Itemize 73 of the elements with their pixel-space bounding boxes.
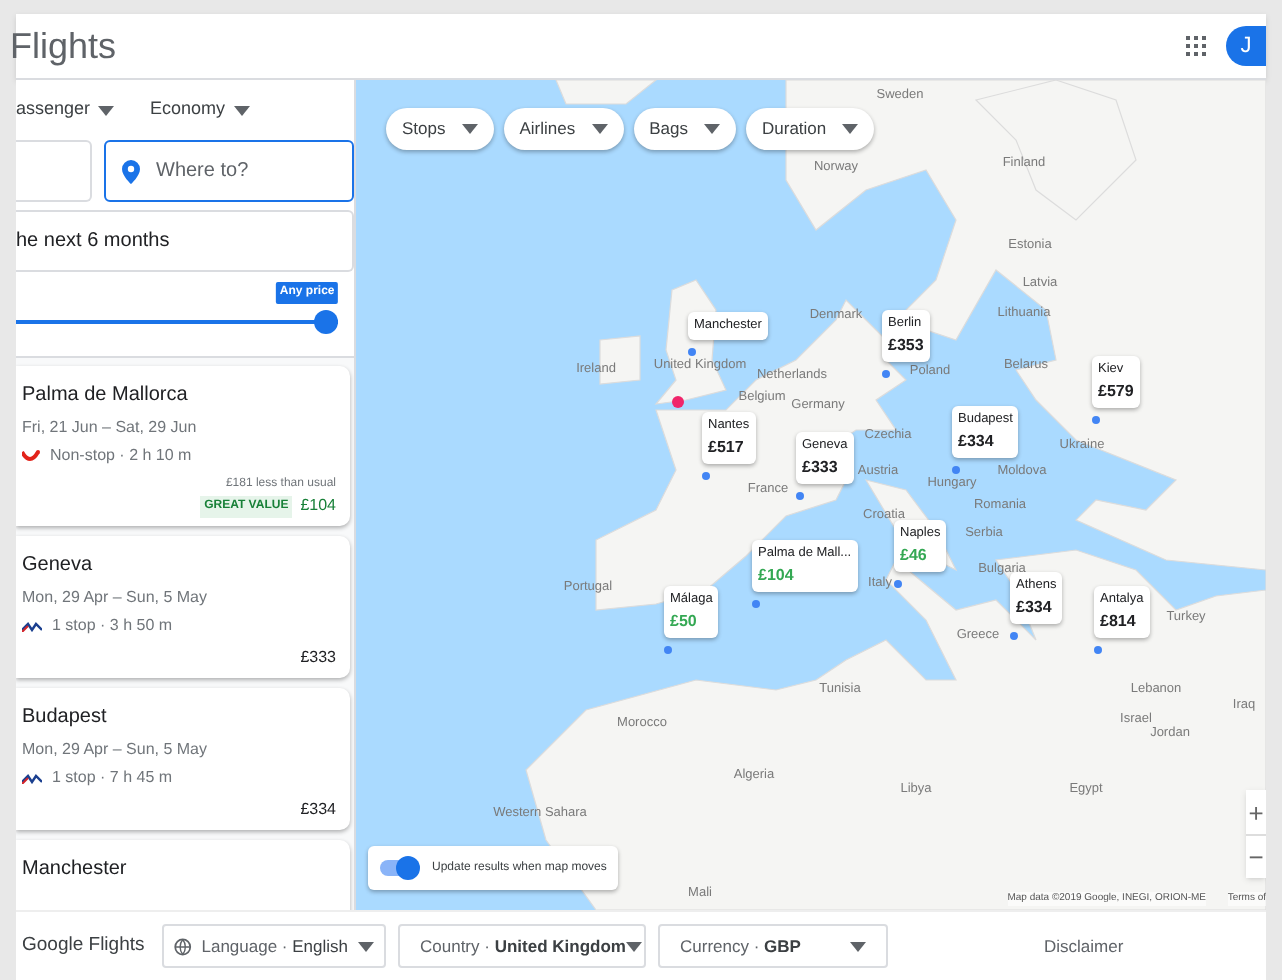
caret-icon [461, 124, 478, 134]
flight-stops: Non-stop · 2 h 10 m [50, 444, 192, 468]
apps-grid-icon[interactable] [1186, 36, 1206, 56]
caret-icon [842, 124, 859, 134]
pin-marker-icon [664, 645, 672, 654]
result-price: £334 [300, 798, 336, 822]
caret-icon [591, 124, 608, 134]
language-dropdown[interactable]: Language · English [162, 924, 386, 968]
caret-icon [233, 105, 250, 115]
pin-price: £50 [670, 609, 699, 634]
pin-price: £579 [1098, 379, 1134, 404]
filter-chip[interactable]: Stops [386, 108, 494, 150]
caret-icon [704, 124, 720, 134]
result-card[interactable]: Manchester [16, 840, 350, 910]
destination-field[interactable]: Where to? [104, 140, 354, 202]
pin-marker-icon [752, 599, 760, 608]
pin-price: £353 [888, 333, 924, 358]
flight-stops: 1 stop · 7 h 45 m [52, 766, 173, 790]
passenger-dropdown[interactable]: assenger [16, 96, 115, 124]
caret-icon [625, 941, 642, 951]
zoom-in-button[interactable]: + [1246, 790, 1266, 834]
pin-price: £333 [802, 455, 840, 480]
app-title: Flights [10, 23, 117, 70]
destination-name: Manchester [22, 856, 129, 884]
caret-icon [98, 105, 115, 115]
cabin-class-dropdown[interactable]: Economy [150, 96, 250, 124]
pin-marker-icon [882, 369, 890, 378]
result-card[interactable]: Geneva Mon, 29 Apr – Sun, 5 May 1 stop · 3 h 50 m £333 [16, 536, 350, 678]
pin-marker-icon [688, 347, 696, 356]
pin-price: £334 [958, 429, 996, 454]
pin-price: £46 [900, 543, 929, 568]
flight-stops: 1 stop · 3 h 50 m [52, 614, 173, 638]
destination-input[interactable]: Where to? [156, 156, 316, 186]
filter-chip[interactable]: Duration [746, 108, 875, 150]
update-toggle[interactable] [380, 860, 416, 876]
currency-dropdown[interactable]: Currency · GBP [658, 924, 888, 968]
country-dropdown[interactable]: Country · United Kingdom [398, 924, 646, 968]
caret-icon [850, 941, 866, 951]
pin-marker-icon [894, 579, 902, 588]
result-price: £333 [300, 646, 336, 670]
footer-brand: Google Flights [22, 931, 147, 960]
pin-price: £334 [1016, 595, 1054, 620]
user-avatar[interactable]: J [1226, 26, 1266, 66]
destination-name: Geneva [22, 552, 95, 580]
globe-icon [174, 937, 192, 955]
origin-field[interactable] [16, 140, 92, 202]
pin-price: £517 [708, 435, 746, 460]
pin-price: £104 [758, 563, 796, 588]
caret-icon [358, 941, 374, 951]
trip-dates: Fri, 21 Jun – Sat, 29 Jun [22, 416, 199, 440]
airline-logo-icon [22, 621, 42, 631]
destination-name: Palma de Mallorca [22, 382, 190, 410]
pin-marker-icon [702, 471, 710, 480]
pin-marker-icon [796, 491, 804, 500]
disclaimer-link[interactable]: Disclaimer [1044, 933, 1124, 959]
pin-marker-icon [1010, 631, 1018, 640]
trip-dates: Mon, 29 Apr – Sun, 5 May [22, 738, 209, 762]
pin-marker-icon [952, 465, 960, 474]
pin-marker-icon [1094, 645, 1102, 654]
filter-chip[interactable]: Bags [633, 108, 736, 150]
zoom-out-button[interactable]: − [1246, 834, 1266, 878]
destination-name: Budapest [22, 704, 109, 732]
pin-marker-icon [1092, 415, 1100, 424]
pin-price: £814 [1100, 609, 1138, 634]
location-pin-icon [122, 159, 140, 183]
trip-dates: Mon, 29 Apr – Sun, 5 May [22, 586, 209, 610]
result-price: £104 [300, 494, 336, 518]
airline-logo-icon [22, 773, 42, 783]
filter-chip[interactable]: Airlines [503, 108, 624, 150]
date-range-field[interactable]: he next 6 months [16, 210, 354, 272]
result-card[interactable]: Budapest Mon, 29 Apr – Sun, 5 May 1 stop · 7 h 45 m £334 [16, 688, 350, 830]
price-slider-thumb[interactable] [314, 310, 338, 334]
airline-logo-icon [22, 449, 40, 463]
